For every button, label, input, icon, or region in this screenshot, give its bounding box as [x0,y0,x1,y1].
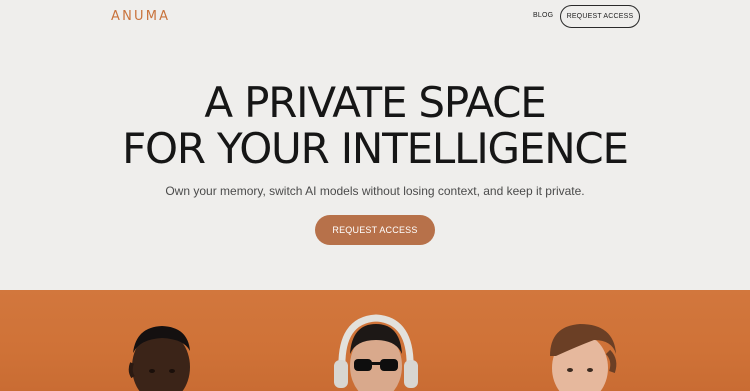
top-nav: ANUMA BLOG REQUEST ACCESS [0,0,750,32]
hero-subtitle: Own your memory, switch AI models withou… [165,184,585,198]
blog-link[interactable]: BLOG [533,12,553,19]
person-left-image [128,326,190,391]
person-center-image [334,314,418,391]
anuma-logo[interactable]: ANUMA [111,9,170,24]
hero-title-line-2: FOR YOUR INTELLIGENCE [122,124,629,173]
nav-request-access-button[interactable]: REQUEST ACCESS [560,5,640,28]
person-right-image [550,324,617,391]
hero-title: A PRIVATE SPACE FOR YOUR INTELLIGENCE [0,80,750,172]
hero-title-line-1: A PRIVATE SPACE [204,78,546,127]
hero-image-banner [0,290,750,391]
hero-request-access-button[interactable]: REQUEST ACCESS [315,215,435,245]
